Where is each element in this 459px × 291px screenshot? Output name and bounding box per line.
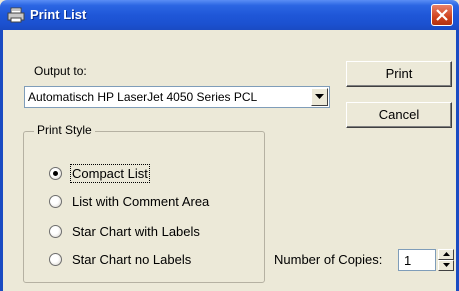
radio-label-list-with-comment-area[interactable]: List with Comment Area — [72, 194, 209, 209]
printer-icon — [7, 7, 25, 23]
copies-value: 1 — [404, 253, 412, 268]
chevron-up-icon — [443, 252, 450, 256]
chevron-down-icon — [443, 263, 450, 267]
print-button[interactable]: Print — [346, 61, 452, 87]
radio-label-star-chart-with-labels[interactable]: Star Chart with Labels — [72, 224, 200, 239]
copies-increment-button[interactable] — [438, 249, 454, 260]
output-to-label: Output to: — [34, 64, 87, 78]
cancel-button[interactable]: Cancel — [346, 102, 452, 128]
copies-input[interactable]: 1 — [398, 249, 436, 271]
print-button-label: Print — [385, 66, 413, 81]
dropdown-button[interactable] — [311, 88, 328, 106]
window-frame-left — [0, 30, 3, 291]
copies-decrement-button[interactable] — [438, 260, 454, 271]
radio-label-star-chart-no-labels[interactable]: Star Chart no Labels — [72, 252, 191, 267]
window-title: Print List — [30, 7, 87, 22]
radio-star-chart-no-labels[interactable] — [49, 253, 62, 266]
chevron-down-icon — [315, 94, 324, 99]
radio-list-with-comment-area[interactable] — [49, 195, 62, 208]
print-style-title: Print Style — [34, 123, 95, 137]
radio-compact-list[interactable] — [49, 167, 62, 180]
cancel-button-label: Cancel — [378, 107, 420, 122]
close-button[interactable] — [431, 4, 453, 26]
radio-star-chart-with-labels[interactable] — [49, 225, 62, 238]
close-icon — [436, 9, 448, 21]
radio-label-compact-list[interactable]: Compact List — [70, 164, 150, 183]
copies-label: Number of Copies: — [274, 252, 383, 267]
print-list-dialog: Print List Output to: Automatisch HP Las… — [0, 0, 459, 291]
printer-select-value: Automatisch HP LaserJet 4050 Series PCL — [28, 90, 258, 104]
radio-selected-dot — [53, 171, 58, 176]
printer-select[interactable]: Automatisch HP LaserJet 4050 Series PCL — [24, 86, 330, 108]
title-bar[interactable]: Print List — [0, 0, 459, 30]
